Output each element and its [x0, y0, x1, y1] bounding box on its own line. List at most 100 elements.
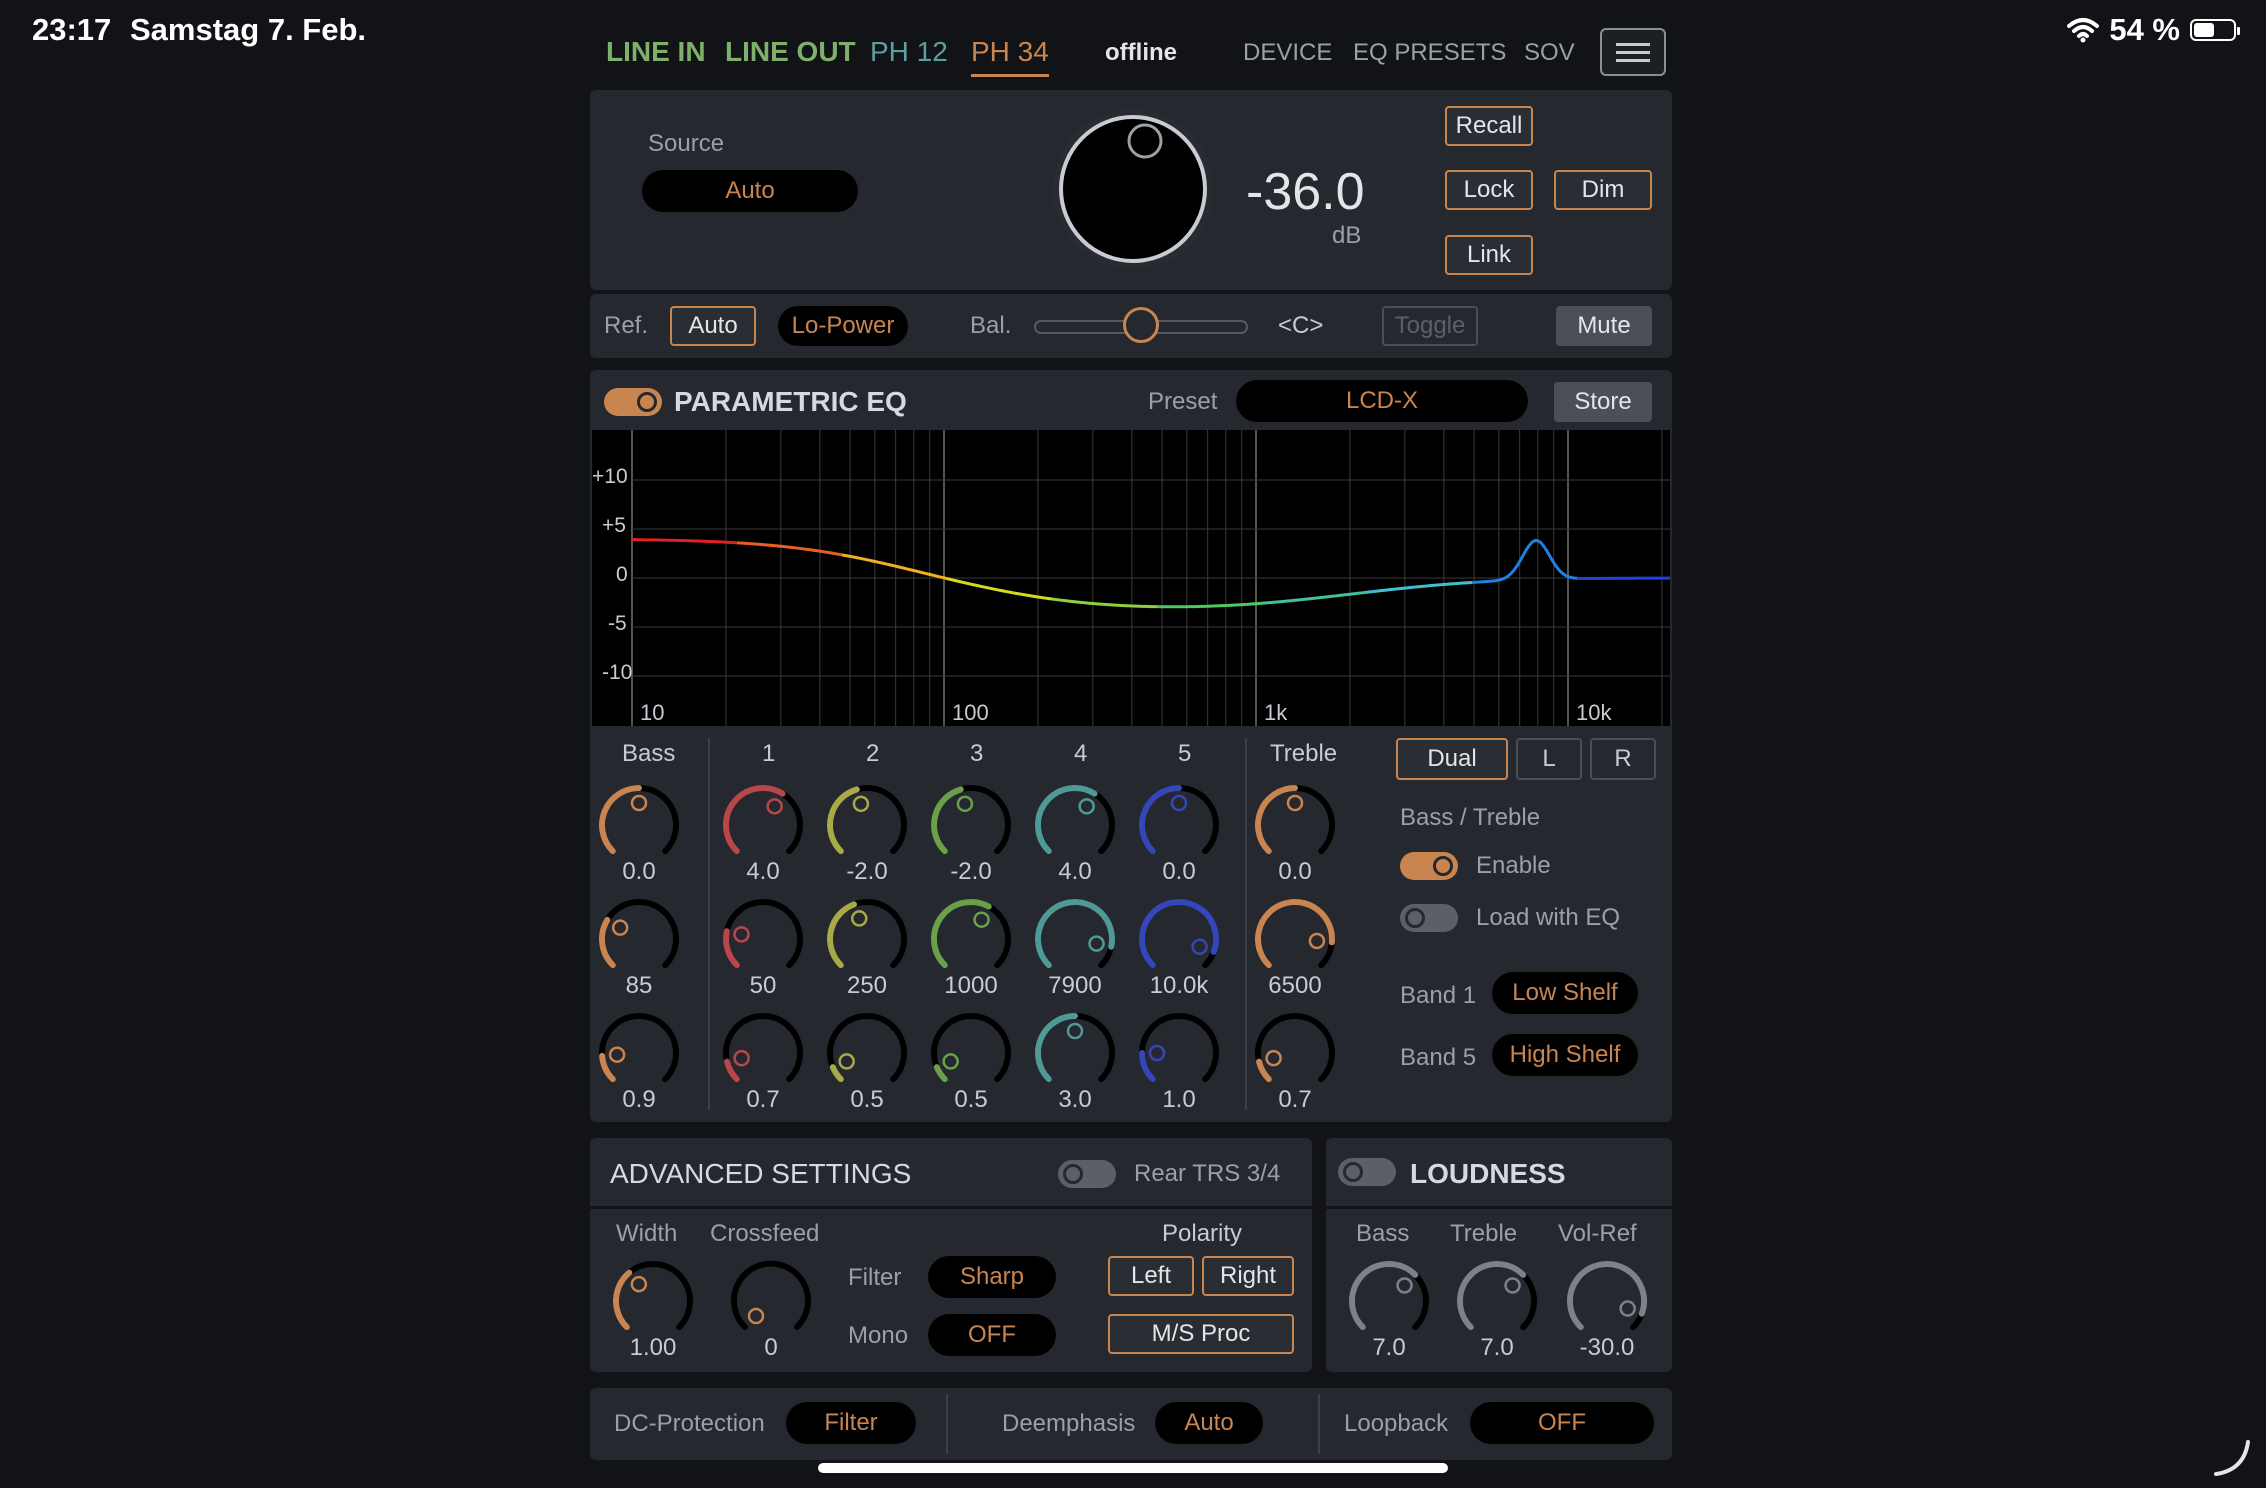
- loudness-bass-knob[interactable]: [1344, 1256, 1434, 1346]
- connection-status: offline: [1105, 39, 1177, 66]
- bass-freq-knob[interactable]: [594, 894, 684, 984]
- treble-freq-value: 6500: [1268, 972, 1322, 999]
- toggle-button[interactable]: Toggle: [1382, 306, 1478, 346]
- polarity-right-button[interactable]: Right: [1202, 1256, 1294, 1296]
- x-tick: 1k: [1264, 700, 1288, 725]
- loopback-label: Loopback: [1344, 1410, 1449, 1437]
- divider: [1326, 1206, 1672, 1209]
- volref-knob[interactable]: [1562, 1256, 1652, 1346]
- rear-trs-label: Rear TRS 3/4: [1134, 1160, 1281, 1187]
- band-1-gain-value: 4.0: [746, 858, 780, 885]
- filter-select[interactable]: Sharp: [928, 1256, 1056, 1298]
- band-3-q-knob[interactable]: [926, 1008, 1016, 1098]
- ref-auto-button[interactable]: Auto: [670, 306, 756, 346]
- mute-button[interactable]: Mute: [1556, 306, 1652, 346]
- eq-enable-toggle[interactable]: [604, 388, 662, 416]
- loudness-toggle[interactable]: [1338, 1158, 1396, 1186]
- deemphasis-select[interactable]: Auto: [1155, 1402, 1263, 1444]
- recall-button[interactable]: Recall: [1445, 106, 1533, 146]
- band-4-gain-knob[interactable]: [1030, 780, 1120, 870]
- band-2-gain-knob[interactable]: [822, 780, 912, 870]
- bass-treble-enable-toggle[interactable]: [1400, 852, 1458, 880]
- volref-label: Vol-Ref: [1558, 1220, 1637, 1247]
- eq-knobs: Bass 1 2 3 4 5 Treble 0.0 85 0.9 4.0 50 0.7 -2…: [590, 726, 1672, 1122]
- bass-q-knob[interactable]: [594, 1008, 684, 1098]
- width-knob[interactable]: [608, 1256, 698, 1346]
- treble-q-knob[interactable]: [1250, 1008, 1340, 1098]
- menu-button[interactable]: [1600, 28, 1666, 76]
- store-button[interactable]: Store: [1554, 382, 1652, 422]
- band-4-q-knob[interactable]: [1030, 1008, 1120, 1098]
- band-4-freq-knob[interactable]: [1030, 894, 1120, 984]
- tab-ph12[interactable]: PH 12: [870, 36, 948, 68]
- polarity-left-button[interactable]: Left: [1108, 1256, 1194, 1296]
- ms-proc-button[interactable]: M/S Proc: [1108, 1314, 1294, 1354]
- loopback-select[interactable]: OFF: [1470, 1402, 1654, 1444]
- band-1-gain-knob[interactable]: [718, 780, 808, 870]
- eq-graph[interactable]: +10 +5 0 -5 -10 10 100 1k 10k: [592, 430, 1671, 726]
- band-number: 1: [762, 740, 776, 767]
- eq-curve-segment: [736, 541, 843, 557]
- tab-line-out[interactable]: LINE OUT: [725, 36, 856, 68]
- balance-slider-thumb[interactable]: [1123, 307, 1159, 343]
- band-1-freq-knob[interactable]: [718, 894, 808, 984]
- band-3-freq-knob[interactable]: [926, 894, 1016, 984]
- band-3-gain-knob[interactable]: [926, 780, 1016, 870]
- source-select[interactable]: Auto: [642, 170, 858, 212]
- balance-slider[interactable]: [1034, 307, 1248, 343]
- band1-label: Band 1: [1400, 982, 1477, 1009]
- eq-title: PARAMETRIC EQ: [674, 386, 907, 417]
- band-5-q-knob[interactable]: [1134, 1008, 1224, 1098]
- band-5-gain-value: 0.0: [1162, 858, 1196, 885]
- rear-trs-toggle[interactable]: [1058, 1160, 1116, 1188]
- status-time: 23:17: [32, 12, 112, 47]
- volref-value: -30.0: [1579, 1334, 1635, 1361]
- tab-ph34[interactable]: PH 34: [971, 36, 1049, 77]
- advanced-title: ADVANCED SETTINGS: [610, 1158, 912, 1189]
- treble-gain-knob[interactable]: [1250, 780, 1340, 870]
- y-tick: 0: [616, 563, 628, 586]
- footer-panel: DC-Protection Filter Deemphasis Auto Loo…: [590, 1388, 1672, 1460]
- resize-corner-icon[interactable]: [2210, 1436, 2254, 1480]
- band-1-q-knob[interactable]: [718, 1008, 808, 1098]
- loudness-bass-label: Bass: [1356, 1220, 1410, 1247]
- x-tick: 10k: [1576, 700, 1612, 725]
- crossfeed-value: 0: [764, 1334, 778, 1361]
- band-number: 3: [970, 740, 984, 767]
- home-indicator[interactable]: [818, 1463, 1448, 1473]
- preset-select[interactable]: LCD-X: [1236, 380, 1528, 422]
- band-5-gain-knob[interactable]: [1134, 780, 1224, 870]
- tab-sov[interactable]: SOV: [1524, 39, 1575, 67]
- channel-dual-button[interactable]: Dual: [1396, 738, 1508, 780]
- load-with-eq-toggle[interactable]: [1400, 904, 1458, 932]
- width-value: 1.00: [629, 1334, 677, 1361]
- battery-percent: 54 %: [2109, 12, 2180, 47]
- tab-line-in[interactable]: LINE IN: [606, 36, 706, 68]
- lock-button[interactable]: Lock: [1445, 170, 1533, 210]
- crossfeed-knob[interactable]: [726, 1256, 816, 1346]
- volume-knob[interactable]: [1048, 104, 1218, 274]
- band-2-gain-value: -2.0: [846, 858, 888, 885]
- eq-curve-segment: [946, 577, 1053, 601]
- band-1-q-value: 0.7: [746, 1086, 780, 1113]
- band5-type-select[interactable]: High Shelf: [1492, 1034, 1638, 1076]
- band-2-freq-knob[interactable]: [822, 894, 912, 984]
- band1-type-select[interactable]: Low Shelf: [1492, 972, 1638, 1014]
- band-2-q-knob[interactable]: [822, 1008, 912, 1098]
- dc-protection-select[interactable]: Filter: [786, 1402, 916, 1444]
- loudness-treble-knob[interactable]: [1452, 1256, 1542, 1346]
- lo-power-button[interactable]: Lo-Power: [778, 306, 908, 346]
- treble-freq-knob[interactable]: [1250, 894, 1340, 984]
- status-indicators: 54 %: [2067, 12, 2240, 48]
- bass-gain-knob[interactable]: [594, 780, 684, 870]
- channel-right-button[interactable]: R: [1590, 738, 1656, 780]
- band-5-freq-knob[interactable]: [1134, 894, 1224, 984]
- link-button[interactable]: Link: [1445, 235, 1533, 275]
- tab-device[interactable]: DEVICE: [1243, 39, 1332, 67]
- dim-button[interactable]: Dim: [1554, 170, 1652, 210]
- tab-eq-presets[interactable]: EQ PRESETS: [1353, 39, 1506, 67]
- mono-select[interactable]: OFF: [928, 1314, 1056, 1356]
- balance-value: <C>: [1278, 312, 1324, 339]
- mono-label: Mono: [848, 1322, 909, 1349]
- channel-left-button[interactable]: L: [1516, 738, 1582, 780]
